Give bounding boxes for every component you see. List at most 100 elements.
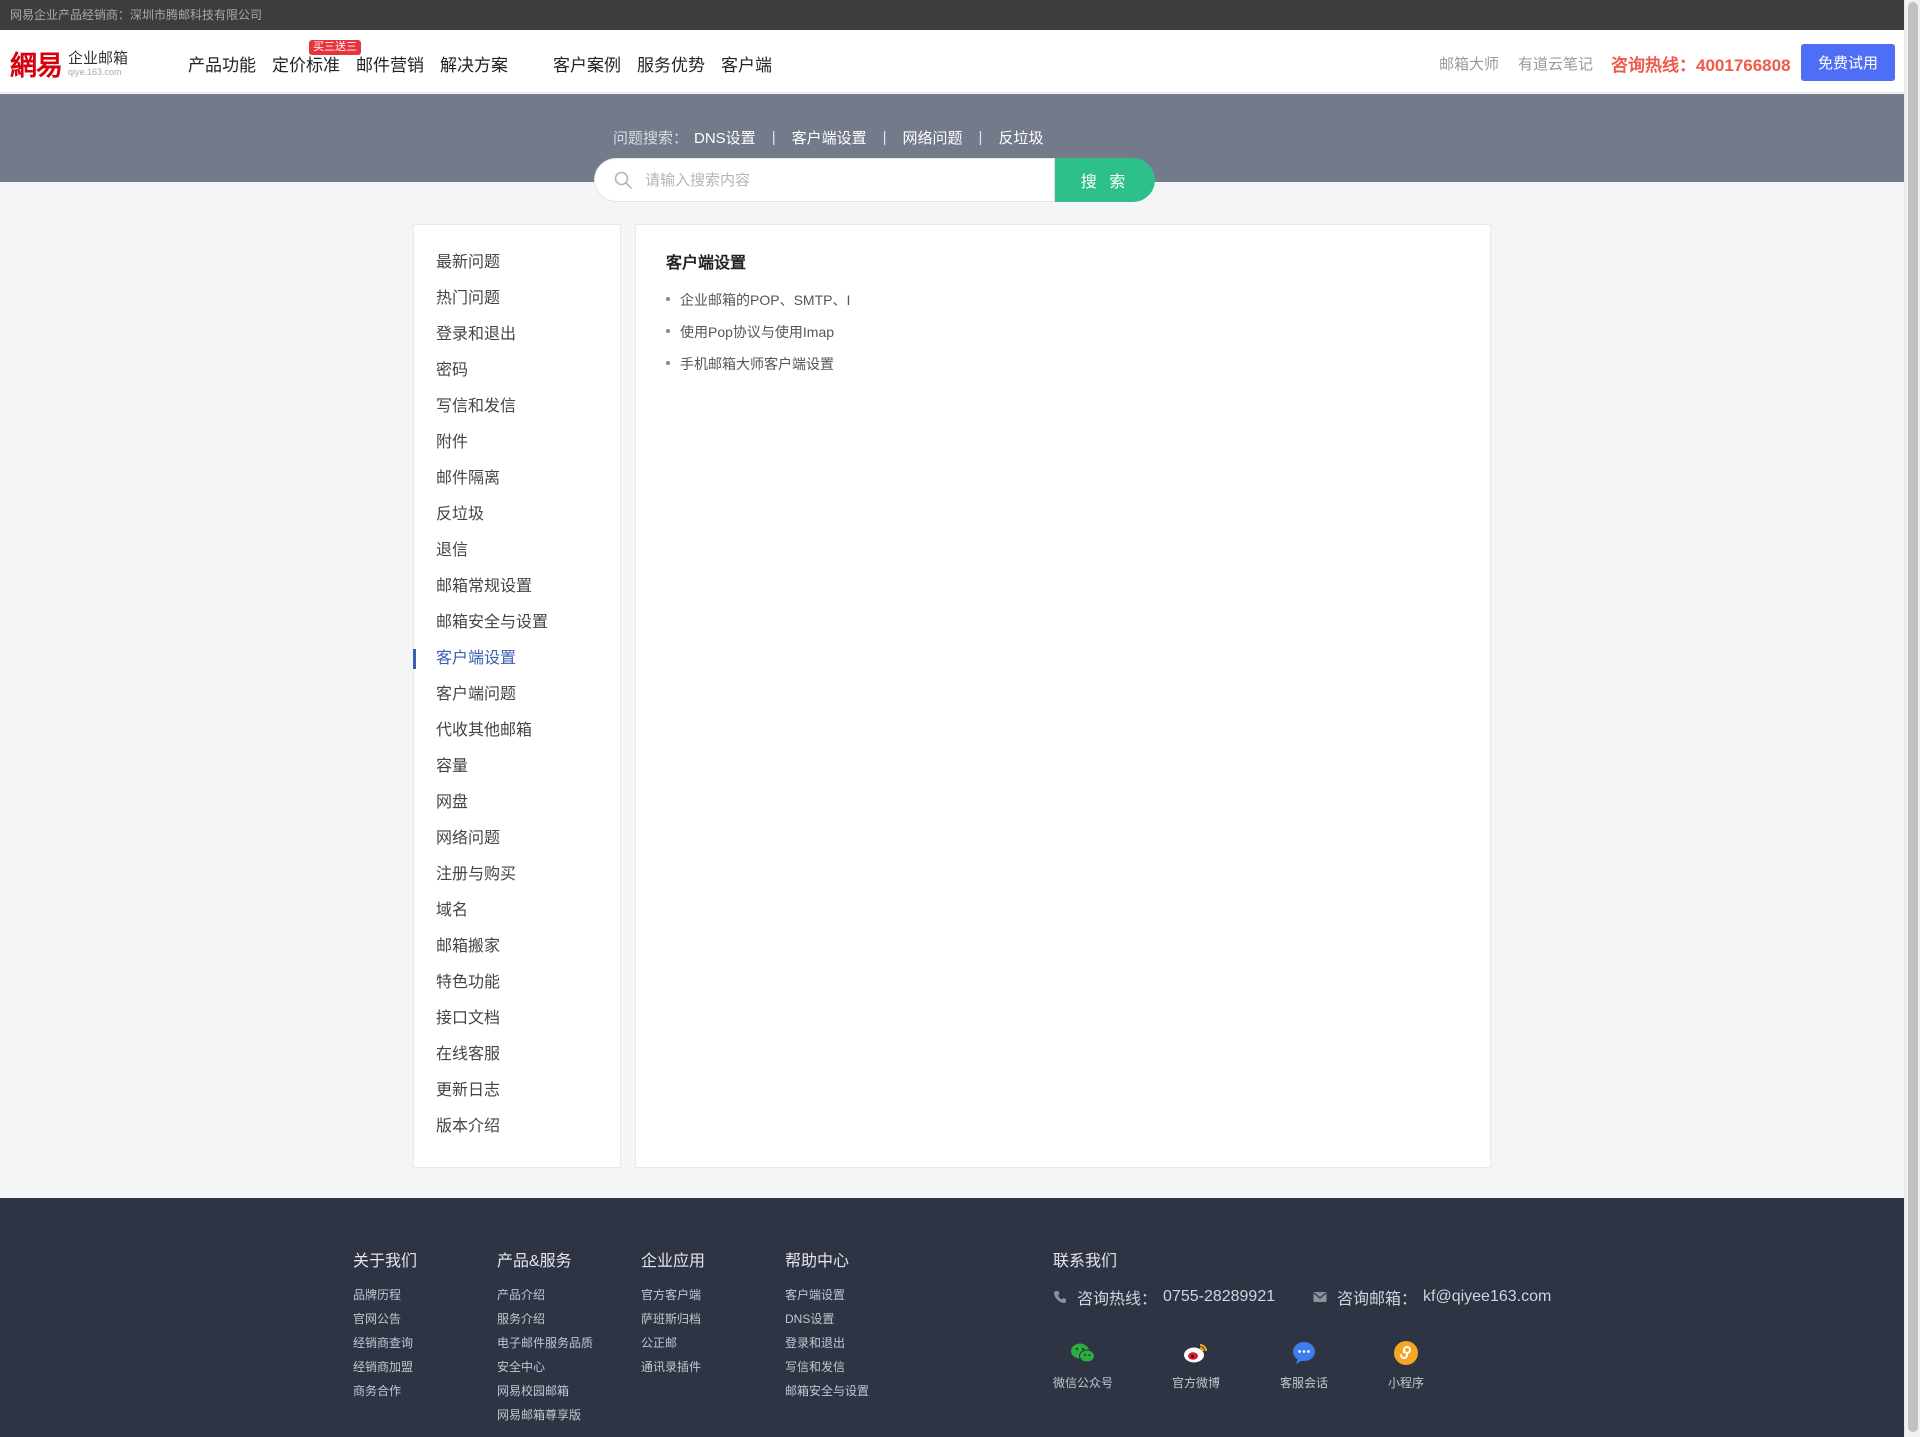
social-mini-program[interactable]: 小程序 bbox=[1388, 1340, 1424, 1391]
footer-column-title: 帮助中心 bbox=[785, 1253, 850, 1270]
header: 網易 企业邮箱 qiye.163.com 产品功能 定价标准 买三送三 邮件营销… bbox=[0, 30, 1904, 93]
footer-link[interactable]: 官方客户端 bbox=[641, 1283, 705, 1307]
sidebar-item-general-settings[interactable]: 邮箱常规设置 bbox=[436, 577, 532, 597]
social-label: 微信公众号 bbox=[1053, 1376, 1114, 1390]
footer-link[interactable]: 商务合作 bbox=[353, 1379, 417, 1403]
separator: | bbox=[882, 129, 887, 146]
footer-link[interactable]: 网易校园邮箱 bbox=[497, 1379, 593, 1403]
nav-client[interactable]: 客户端 bbox=[721, 51, 772, 76]
youdao-note-link[interactable]: 有道云笔记 bbox=[1518, 53, 1593, 74]
footer-column-enterprise-apps: 企业应用 官方客户端 萨班斯归档 公正邮 通讯录插件 bbox=[641, 1247, 705, 1379]
search-input[interactable] bbox=[645, 167, 1035, 193]
email-address[interactable]: kf@qiyee163.com bbox=[1423, 1288, 1551, 1306]
sidebar-item-versions[interactable]: 版本介绍 bbox=[436, 1117, 500, 1137]
sidebar-item-features[interactable]: 特色功能 bbox=[436, 973, 500, 993]
quick-search-links: 问题搜索： DNS设置 | 客户端设置 | 网络问题 | 反垃圾 bbox=[613, 127, 1043, 148]
footer-link[interactable]: 品牌历程 bbox=[353, 1283, 417, 1307]
nav-customer-cases[interactable]: 客户案例 bbox=[553, 51, 621, 76]
page-scrollbar[interactable] bbox=[1904, 0, 1920, 1437]
sidebar-item-popular[interactable]: 热门问题 bbox=[436, 289, 500, 309]
footer-column-title: 企业应用 bbox=[641, 1253, 706, 1270]
footer-link[interactable]: 邮箱安全与设置 bbox=[785, 1379, 869, 1403]
social-label: 小程序 bbox=[1388, 1376, 1425, 1390]
sidebar-item-netdisk[interactable]: 网盘 bbox=[436, 793, 468, 813]
footer-link[interactable]: 萨班斯归档 bbox=[641, 1307, 705, 1331]
quick-link-network[interactable]: 网络问题 bbox=[903, 127, 963, 148]
nav-email-marketing[interactable]: 邮件营销 bbox=[356, 51, 424, 76]
footer-link[interactable]: DNS设置 bbox=[785, 1307, 869, 1331]
nav-product-features[interactable]: 产品功能 bbox=[188, 51, 256, 76]
sidebar-item-changelog[interactable]: 更新日志 bbox=[436, 1081, 500, 1101]
netease-logo-mark: 網易 bbox=[10, 51, 63, 82]
footer-link[interactable]: 经销商查询 bbox=[353, 1331, 417, 1355]
sidebar-item-domain[interactable]: 域名 bbox=[436, 901, 468, 921]
social-label: 客服会话 bbox=[1280, 1376, 1329, 1390]
nav-pricing-label: 定价标准 bbox=[272, 56, 340, 75]
social-service-chat[interactable]: 客服会话 bbox=[1280, 1340, 1328, 1391]
search-button[interactable]: 搜 索 bbox=[1055, 158, 1155, 202]
footer-link[interactable]: 网易邮箱尊享版 bbox=[497, 1403, 593, 1427]
sidebar-item-login-logout[interactable]: 登录和退出 bbox=[436, 325, 516, 345]
sidebar-item-client-issues[interactable]: 客户端问题 bbox=[436, 685, 516, 705]
footer: 关于我们 品牌历程 官网公告 经销商查询 经销商加盟 商务合作 产品&服务 产品… bbox=[0, 1198, 1904, 1437]
quick-link-client-settings[interactable]: 客户端设置 bbox=[792, 127, 867, 148]
sidebar-item-attachments[interactable]: 附件 bbox=[436, 433, 468, 453]
mail-master-link[interactable]: 邮箱大师 bbox=[1439, 53, 1499, 74]
sidebar-item-register-purchase[interactable]: 注册与购买 bbox=[436, 865, 516, 885]
quick-search-label: 问题搜索： bbox=[613, 130, 689, 147]
quick-link-antispam[interactable]: 反垃圾 bbox=[998, 127, 1043, 148]
nav-solutions[interactable]: 解决方案 bbox=[440, 51, 508, 76]
promo-badge: 买三送三 bbox=[309, 40, 361, 55]
sidebar-item-api-docs[interactable]: 接口文档 bbox=[436, 1009, 500, 1029]
footer-column-help: 帮助中心 客户端设置 DNS设置 登录和退出 写信和发信 邮箱安全与设置 bbox=[785, 1247, 869, 1403]
sidebar-item-bounce[interactable]: 退信 bbox=[436, 541, 468, 561]
footer-link[interactable]: 电子邮件服务品质 bbox=[497, 1331, 593, 1355]
article-link[interactable]: 企业邮箱的POP、SMTP、I bbox=[666, 290, 850, 310]
sidebar-item-online-support[interactable]: 在线客服 bbox=[436, 1045, 500, 1065]
footer-link[interactable]: 客户端设置 bbox=[785, 1283, 869, 1307]
quick-link-dns[interactable]: DNS设置 bbox=[694, 127, 756, 148]
logo-name: 企业邮箱 bbox=[68, 49, 129, 67]
distributor-banner: 网易企业产品经销商：深圳市腾邮科技有限公司 bbox=[0, 0, 1904, 30]
footer-link[interactable]: 写信和发信 bbox=[785, 1355, 869, 1379]
search-box bbox=[594, 158, 1055, 202]
phone-label: 咨询热线： bbox=[1077, 1291, 1158, 1308]
article-link[interactable]: 使用Pop协议与使用Imap bbox=[666, 322, 834, 342]
separator: | bbox=[978, 129, 983, 146]
nav-pricing[interactable]: 定价标准 买三送三 bbox=[272, 40, 361, 76]
nav-service-advantages[interactable]: 服务优势 bbox=[637, 51, 705, 76]
footer-link[interactable]: 登录和退出 bbox=[785, 1331, 869, 1355]
footer-link[interactable]: 通讯录插件 bbox=[641, 1355, 705, 1379]
footer-link[interactable]: 安全中心 bbox=[497, 1355, 593, 1379]
help-category-sidebar: 最新问题 热门问题 登录和退出 密码 写信和发信 附件 邮件隔离 反垃圾 退信 … bbox=[413, 224, 621, 1168]
footer-link[interactable]: 公正邮 bbox=[641, 1331, 705, 1355]
sidebar-item-password[interactable]: 密码 bbox=[436, 361, 468, 381]
sidebar-item-capacity[interactable]: 容量 bbox=[436, 757, 468, 777]
mail-icon bbox=[1313, 1292, 1327, 1302]
sidebar-item-fetch-other-mail[interactable]: 代收其他邮箱 bbox=[436, 721, 532, 741]
footer-column-about: 关于我们 品牌历程 官网公告 经销商查询 经销商加盟 商务合作 bbox=[353, 1247, 417, 1403]
social-weibo[interactable]: 官方微博 bbox=[1172, 1340, 1220, 1391]
page-title: 客户端设置 bbox=[666, 255, 747, 272]
footer-link[interactable]: 官网公告 bbox=[353, 1307, 417, 1331]
mini-program-icon bbox=[1393, 1340, 1419, 1366]
sidebar-item-antispam[interactable]: 反垃圾 bbox=[436, 505, 484, 525]
footer-link[interactable]: 服务介绍 bbox=[497, 1307, 593, 1331]
search-icon bbox=[614, 171, 632, 189]
sidebar-item-security-settings[interactable]: 邮箱安全与设置 bbox=[436, 613, 548, 633]
email-label: 咨询邮箱： bbox=[1337, 1291, 1418, 1308]
sidebar-item-compose-send[interactable]: 写信和发信 bbox=[436, 397, 516, 417]
sidebar-item-migration[interactable]: 邮箱搬家 bbox=[436, 937, 500, 957]
footer-link[interactable]: 经销商加盟 bbox=[353, 1355, 417, 1379]
sidebar-item-latest[interactable]: 最新问题 bbox=[436, 253, 500, 273]
scrollbar-thumb[interactable] bbox=[1908, 2, 1918, 1432]
footer-link[interactable]: 产品介绍 bbox=[497, 1283, 593, 1307]
social-wechat[interactable]: 微信公众号 bbox=[1053, 1340, 1113, 1391]
netease-enterprise-mail-logo[interactable]: 網易 企业邮箱 qiye.163.com bbox=[10, 44, 128, 83]
free-trial-button[interactable]: 免费试用 bbox=[1801, 44, 1895, 81]
sidebar-item-quarantine[interactable]: 邮件隔离 bbox=[436, 469, 500, 489]
article-link[interactable]: 手机邮箱大师客户端设置 bbox=[666, 354, 834, 374]
sidebar-item-network[interactable]: 网络问题 bbox=[436, 829, 500, 849]
active-marker bbox=[413, 649, 416, 669]
sidebar-item-client-settings[interactable]: 客户端设置 bbox=[436, 649, 516, 669]
